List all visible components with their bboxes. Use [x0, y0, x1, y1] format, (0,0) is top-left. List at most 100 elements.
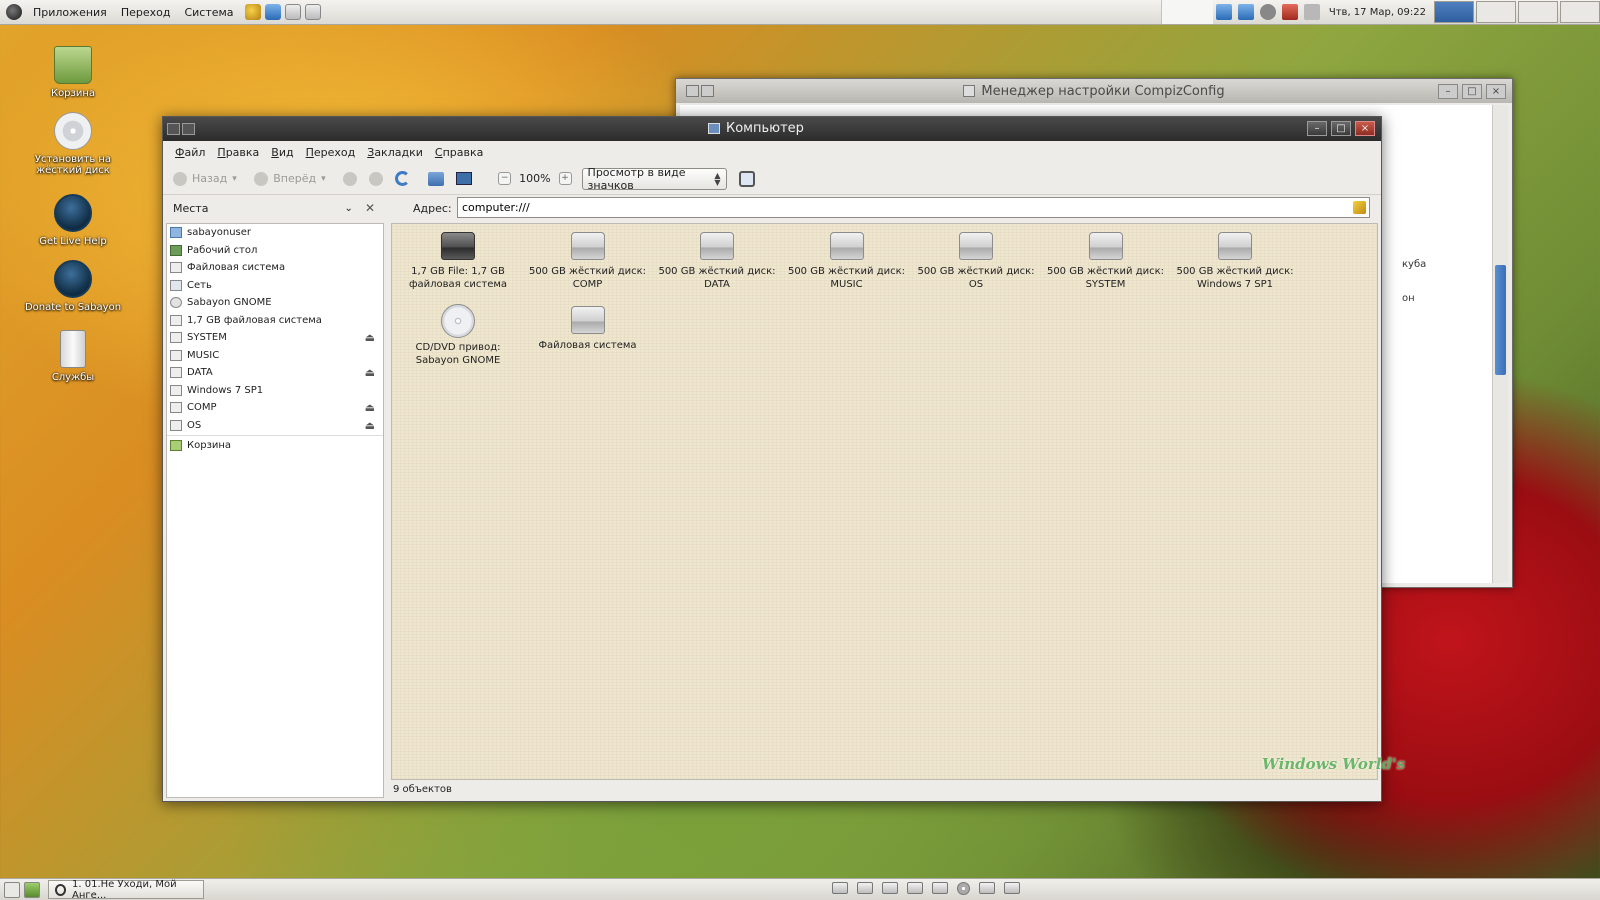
menu-edit[interactable]: Правка: [211, 146, 265, 159]
file-item[interactable]: CD/DVD привод: Sabayon GNOME: [395, 300, 521, 367]
desktop-icon-services[interactable]: Службы: [18, 330, 128, 383]
menu-places[interactable]: Переход: [114, 6, 178, 19]
file-item[interactable]: 500 GB жёсткий диск: OS: [913, 226, 1039, 291]
menu-applications[interactable]: Приложения: [26, 6, 114, 19]
clear-address-icon[interactable]: [1353, 201, 1366, 214]
chevron-down-icon[interactable]: ▾: [321, 174, 331, 184]
eject-icon[interactable]: ⏏: [365, 366, 375, 379]
window-shade-icon[interactable]: [701, 85, 714, 97]
view-mode-select[interactable]: Просмотр в виде значков ▲ ▼: [581, 166, 727, 192]
sidebar-item[interactable]: sabayonuser: [167, 224, 383, 242]
sidebar-item[interactable]: OS ⏏: [167, 417, 383, 435]
home-button[interactable]: [428, 171, 445, 186]
file-item[interactable]: 500 GB жёсткий диск: Windows 7 SP1: [1172, 226, 1298, 291]
printer-icon[interactable]: [1303, 4, 1320, 20]
taskbar-button-music[interactable]: 1. 01.Не Уходи, Мой Анге...: [48, 879, 204, 900]
text-editor-launcher-icon[interactable]: [284, 4, 301, 20]
drive-icon[interactable]: [979, 882, 995, 894]
desktop-icon-donate[interactable]: Donate to Sabayon: [18, 260, 128, 313]
compiz-tray-icon[interactable]: [1237, 4, 1254, 20]
drive-icon[interactable]: [907, 882, 923, 894]
search-icon[interactable]: [738, 170, 755, 187]
menu-view[interactable]: Вид: [265, 146, 299, 159]
close-button[interactable]: ×: [1355, 121, 1375, 136]
desktop-icon-live-help[interactable]: Get Live Help: [18, 194, 128, 247]
back-button[interactable]: Назад ▾: [173, 171, 242, 186]
clock[interactable]: Чтв, 17 Мар, 09:22: [1323, 7, 1432, 18]
sidebar-item[interactable]: Корзина: [167, 437, 383, 455]
file-item[interactable]: 500 GB жёсткий диск: COMP: [525, 226, 651, 291]
file-manager-window[interactable]: Компьютер – □ × Файл Правка Вид Переход …: [162, 116, 1382, 802]
compizconfig-titlebar[interactable]: Менеджер настройки CompizConfig – □ ×: [676, 79, 1512, 103]
sidebar-item[interactable]: Файловая система: [167, 259, 383, 277]
drive-icon[interactable]: [832, 882, 848, 894]
zoom-in-button[interactable]: +: [558, 172, 572, 185]
update-notifier-icon[interactable]: [1215, 4, 1232, 20]
window-shade-icon[interactable]: [182, 123, 195, 135]
zoom-out-button[interactable]: −: [498, 172, 512, 185]
drive-icon[interactable]: [882, 882, 898, 894]
minimize-button[interactable]: –: [1438, 84, 1458, 99]
menu-system[interactable]: Система: [177, 6, 240, 19]
minimize-button[interactable]: –: [1307, 121, 1327, 136]
menu-help[interactable]: Справка: [429, 146, 489, 159]
up-button[interactable]: [343, 171, 358, 186]
drive-icon[interactable]: [857, 882, 873, 894]
window-menu-icon[interactable]: [686, 85, 699, 97]
address-input[interactable]: [457, 197, 1370, 218]
sidebar-item[interactable]: 1,7 GB файловая система: [167, 312, 383, 330]
sidebar-item[interactable]: Windows 7 SP1: [167, 382, 383, 400]
sidebar-header[interactable]: Места ⌄ ✕: [163, 201, 383, 215]
sabayon-logo-icon[interactable]: [6, 4, 22, 20]
file-item[interactable]: 500 GB жёсткий диск: MUSIC: [784, 226, 910, 291]
maximize-button[interactable]: □: [1331, 121, 1351, 136]
window-titlebar[interactable]: Компьютер – □ ×: [163, 117, 1381, 141]
forward-button[interactable]: Вперёд ▾: [254, 171, 331, 186]
window-menu-icon[interactable]: [167, 123, 180, 135]
volume-icon[interactable]: [1259, 4, 1276, 20]
desktop-icon-install[interactable]: Установить на жёсткий диск: [18, 112, 128, 176]
drive-icon[interactable]: [1004, 882, 1020, 894]
menu-go[interactable]: Переход: [300, 146, 362, 159]
menu-file[interactable]: Файл: [169, 146, 211, 159]
media-player-icon[interactable]: [24, 881, 40, 898]
stop-button[interactable]: [369, 171, 384, 186]
computer-button[interactable]: [456, 172, 473, 185]
eject-icon[interactable]: ⏏: [365, 419, 375, 432]
reload-button[interactable]: [395, 171, 411, 186]
file-item[interactable]: 1,7 GB File: 1,7 GB файловая система: [395, 226, 521, 291]
sidebar-item[interactable]: COMP ⏏: [167, 399, 383, 417]
search-launcher-icon[interactable]: [244, 4, 261, 20]
sidebar-item[interactable]: DATA ⏏: [167, 364, 383, 382]
network-icon[interactable]: [1281, 4, 1298, 20]
close-sidebar-icon[interactable]: ✕: [365, 201, 375, 215]
show-desktop-icon[interactable]: [4, 881, 20, 898]
menu-bookmarks[interactable]: Закладки: [361, 146, 429, 159]
sidebar-item[interactable]: Sabayon GNOME: [167, 294, 383, 312]
icon-view[interactable]: 1,7 GB File: 1,7 GB файловая система 500 G…: [391, 223, 1378, 780]
workspace-3[interactable]: [1518, 1, 1558, 23]
file-item[interactable]: 500 GB жёсткий диск: DATA: [654, 226, 780, 291]
sidebar-item[interactable]: SYSTEM ⏏: [167, 329, 383, 347]
sidebar-item[interactable]: MUSIC: [167, 347, 383, 365]
file-item[interactable]: Файловая система: [525, 300, 651, 353]
chevron-down-icon[interactable]: ⌄: [345, 203, 353, 214]
disc-icon[interactable]: [957, 882, 970, 895]
chevron-down-icon[interactable]: ▾: [232, 174, 242, 184]
workspace-4[interactable]: [1560, 1, 1600, 23]
browser-launcher-icon[interactable]: [264, 4, 281, 20]
terminal-launcher-icon[interactable]: [304, 4, 321, 20]
scrollbar-thumb[interactable]: [1495, 265, 1506, 375]
eject-icon[interactable]: ⏏: [365, 331, 375, 344]
eject-icon[interactable]: ⏏: [365, 401, 375, 414]
desktop-icon-trash[interactable]: Корзина: [18, 46, 128, 99]
file-item[interactable]: 500 GB жёсткий диск: SYSTEM: [1043, 226, 1169, 291]
maximize-button[interactable]: □: [1462, 84, 1482, 99]
workspace-1[interactable]: [1434, 1, 1474, 23]
drive-icon[interactable]: [932, 882, 948, 894]
workspace-2[interactable]: [1476, 1, 1516, 23]
sidebar-item[interactable]: Сеть: [167, 277, 383, 295]
close-button[interactable]: ×: [1486, 84, 1506, 99]
compiz-scrollbar[interactable]: [1492, 105, 1508, 583]
sidebar-item[interactable]: Рабочий стол: [167, 242, 383, 260]
